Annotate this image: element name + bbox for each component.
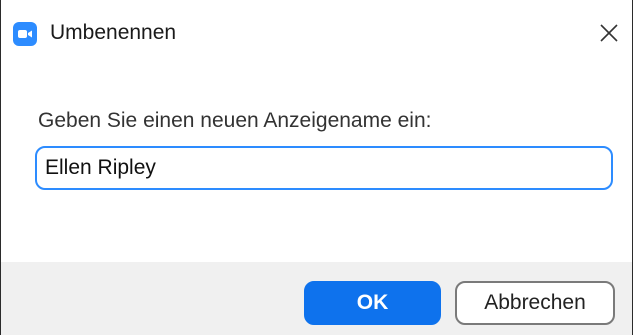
rename-prompt: Geben Sie einen neuen Anzeigename ein: xyxy=(38,109,432,132)
zoom-camera-icon xyxy=(13,22,37,46)
ok-button[interactable]: OK xyxy=(304,281,441,325)
cancel-button[interactable]: Abbrechen xyxy=(455,281,615,325)
rename-dialog: Umbenennen Geben Sie einen neuen Anzeige… xyxy=(0,0,633,335)
display-name-input[interactable] xyxy=(35,146,613,190)
dialog-title: Umbenennen xyxy=(50,21,177,44)
dialog-footer: OK Abbrechen xyxy=(1,262,632,335)
close-icon xyxy=(600,24,618,42)
title-bar: Umbenennen xyxy=(1,0,632,62)
close-button[interactable] xyxy=(592,16,626,50)
